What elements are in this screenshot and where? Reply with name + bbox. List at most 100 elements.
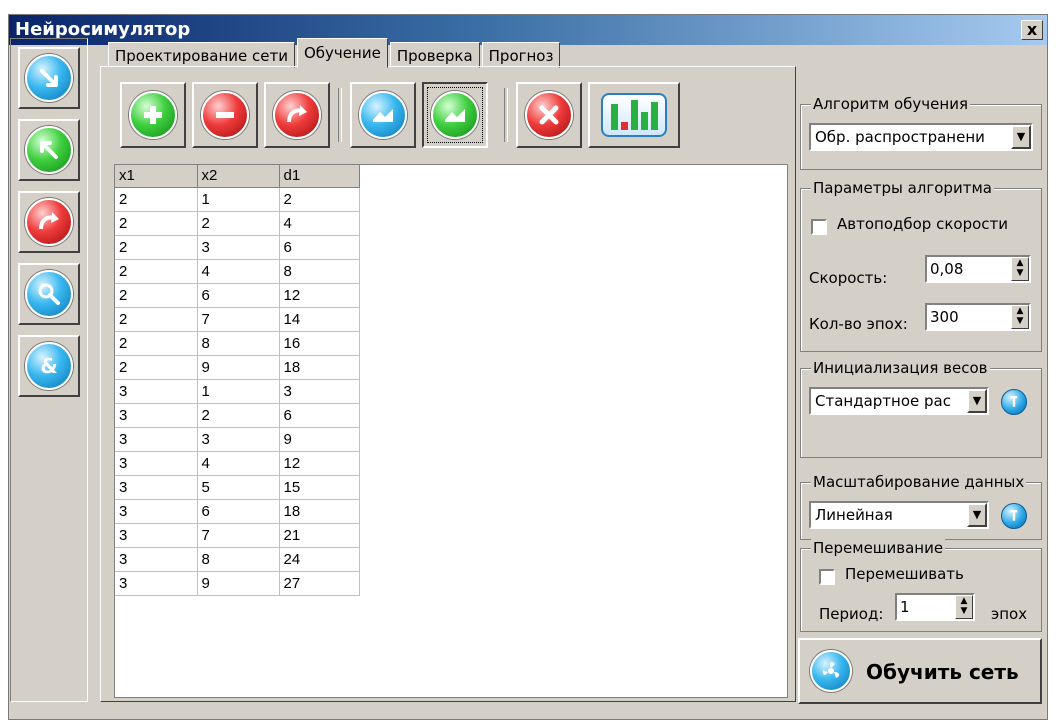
table-cell[interactable]: 1 [197,187,280,212]
table-cell[interactable]: 5 [197,475,280,500]
table-cell[interactable]: 2 [115,331,198,356]
table-row[interactable]: 3 5 15 [115,475,360,500]
redo-button[interactable] [264,82,330,148]
table-cell[interactable]: 7 [197,523,280,548]
search-side-button[interactable] [18,263,80,325]
algorithm-select[interactable]: Обр. распространени ▼ [809,123,1033,151]
table-cell[interactable]: 3 [197,235,280,260]
ampersand-side-button[interactable]: & [18,335,80,397]
spin-updown-icon[interactable]: ▲ ▼ [1011,305,1029,329]
table-cell[interactable]: 24 [279,547,360,572]
table-row[interactable]: 3 9 27 [115,571,360,596]
tab-check[interactable]: Проверка [389,42,480,68]
table-cell[interactable]: 12 [279,283,360,308]
table-cell[interactable]: 3 [197,427,280,452]
speed-input[interactable]: 0,08 ▲ ▼ [925,255,1031,283]
table-row[interactable]: 2 8 16 [115,331,360,356]
table-cell[interactable]: 2 [279,187,360,212]
table-cell[interactable]: 9 [279,427,360,452]
chevron-down-icon[interactable]: ▼ [967,389,987,413]
table-cell[interactable]: 3 [115,547,198,572]
tab-training[interactable]: Обучение [297,38,388,68]
table-cell[interactable]: 3 [115,523,198,548]
table-cell[interactable]: 21 [279,523,360,548]
table-cell[interactable]: 15 [279,475,360,500]
init-select[interactable]: Стандартное рас ▼ [809,387,989,415]
table-row[interactable]: 3 7 21 [115,523,360,548]
table-row[interactable]: 339 [115,427,360,452]
chevron-down-icon[interactable]: ▼ [1011,125,1031,149]
table-cell[interactable]: 3 [115,427,198,452]
histogram-button[interactable] [588,82,680,148]
table-row[interactable]: 2 7 14 [115,307,360,332]
table-cell[interactable]: 8 [197,547,280,572]
table-row[interactable]: 3 6 18 [115,499,360,524]
column-header[interactable]: x2 [197,165,280,188]
table-cell[interactable]: 3 [115,379,198,404]
table-cell[interactable]: 1 [197,379,280,404]
table-row[interactable]: 2 6 12 [115,283,360,308]
shuffle-checkbox[interactable] [819,569,835,585]
export-button[interactable] [422,82,488,148]
scaling-select[interactable]: Линейная ▼ [809,501,989,529]
table-cell[interactable]: 2 [115,259,198,284]
table-cell[interactable]: 2 [115,355,198,380]
table-cell[interactable]: 8 [197,331,280,356]
chevron-down-icon[interactable]: ▼ [967,503,987,527]
table-cell[interactable]: 3 [279,379,360,404]
epochs-input[interactable]: 300 ▲ ▼ [925,303,1031,331]
table-cell[interactable]: 14 [279,307,360,332]
table-row[interactable]: 326 [115,403,360,428]
table-row[interactable]: 3 4 12 [115,451,360,476]
table-cell[interactable]: 12 [279,451,360,476]
auto-speed-checkbox[interactable] [811,219,827,235]
design-button[interactable] [18,47,80,109]
training-data-grid[interactable]: x1 x2 d1 2 1 2 2 2 4 2 3 6 2 4 8 2 6 12 2 7 14 2 8 16 2 9 18 3 1 3… [114,164,788,698]
table-cell[interactable]: 3 [115,403,198,428]
table-row[interactable]: 212 [115,187,360,212]
add-row-button[interactable] [120,82,186,148]
table-cell[interactable]: 3 [115,571,198,596]
table-row[interactable]: 313 [115,379,360,404]
table-cell[interactable]: 2 [197,403,280,428]
table-cell[interactable]: 6 [197,283,280,308]
table-cell[interactable]: 7 [197,307,280,332]
table-cell[interactable]: 2 [115,211,198,236]
delete-button[interactable] [516,82,582,148]
table-cell[interactable]: 2 [115,283,198,308]
table-cell[interactable]: 9 [197,571,280,596]
table-row[interactable]: 224 [115,211,360,236]
redo-side-button[interactable] [18,191,80,253]
table-cell[interactable]: 3 [115,451,198,476]
table-cell[interactable]: 6 [279,235,360,260]
train-mode-button[interactable] [18,119,80,181]
period-input[interactable]: 1 ▲ ▼ [895,593,975,621]
spin-updown-icon[interactable]: ▲ ▼ [1011,257,1029,281]
table-cell[interactable]: 3 [115,475,198,500]
tab-design[interactable]: Проектирование сети [108,42,295,68]
table-cell[interactable]: 6 [197,499,280,524]
table-cell[interactable]: 6 [279,403,360,428]
help-icon[interactable] [1001,503,1027,529]
table-cell[interactable]: 4 [279,211,360,236]
help-icon[interactable] [1001,389,1027,415]
close-button[interactable]: x [1021,20,1043,40]
table-cell[interactable]: 16 [279,331,360,356]
table-cell[interactable]: 9 [197,355,280,380]
table-row[interactable]: 248 [115,259,360,284]
table-cell[interactable]: 18 [279,499,360,524]
column-header[interactable]: x1 [115,165,198,188]
table-cell[interactable]: 27 [279,571,360,596]
table-cell[interactable]: 2 [197,211,280,236]
train-network-button[interactable]: Обучить сеть [798,638,1042,704]
remove-row-button[interactable] [192,82,258,148]
table-cell[interactable]: 4 [197,259,280,284]
spin-updown-icon[interactable]: ▲ ▼ [955,595,973,619]
table-cell[interactable]: 2 [115,307,198,332]
column-header[interactable]: d1 [279,165,360,188]
table-cell[interactable]: 2 [115,235,198,260]
table-cell[interactable]: 4 [197,451,280,476]
table-cell[interactable]: 18 [279,355,360,380]
table-cell[interactable]: 3 [115,499,198,524]
table-row[interactable]: 2 9 18 [115,355,360,380]
